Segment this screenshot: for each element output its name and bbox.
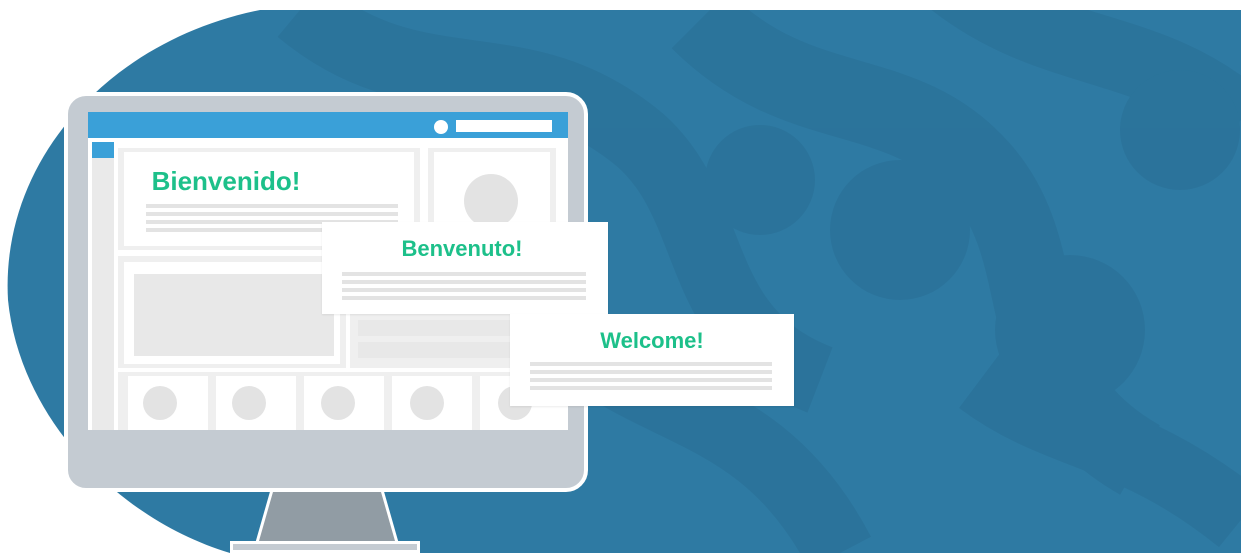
page-sidebar: [92, 142, 114, 430]
thumbnail-circle: [321, 386, 355, 420]
text-line: [342, 280, 586, 284]
thumbnail-circle: [143, 386, 177, 420]
top-bar-dot: [434, 120, 448, 134]
pattern-drop: [705, 125, 815, 235]
text-line: [530, 362, 772, 366]
pattern-drop: [995, 255, 1145, 405]
sidebar-active-tab: [92, 142, 114, 158]
text-line: [342, 296, 586, 300]
text-line: [530, 378, 772, 382]
illustration-scene: Bienvenido! Benvenuto! Welcome!: [0, 0, 1241, 553]
text-line: [146, 212, 398, 216]
pattern-drop: [830, 160, 970, 300]
thumbnail-circle: [232, 386, 266, 420]
text-line: [530, 386, 772, 390]
greeting-card-english: Welcome!: [510, 314, 794, 406]
avatar-placeholder-icon: [464, 174, 518, 228]
image-placeholder: [134, 274, 334, 356]
list-row: [358, 320, 518, 336]
greeting-card-italian: Benvenuto!: [322, 222, 608, 314]
list-row: [358, 342, 518, 358]
text-line: [342, 272, 586, 276]
greeting-italian: Benvenuto!: [401, 236, 523, 261]
top-bar-address-field: [456, 120, 552, 132]
text-line: [342, 288, 586, 292]
text-line: [530, 370, 772, 374]
pattern-drop: [1120, 70, 1240, 190]
thumbnail-circle: [410, 386, 444, 420]
stand-base: [230, 541, 420, 553]
greeting-english: Welcome!: [600, 328, 704, 353]
text-line: [146, 204, 398, 208]
greeting-spanish: Bienvenido!: [151, 166, 301, 196]
